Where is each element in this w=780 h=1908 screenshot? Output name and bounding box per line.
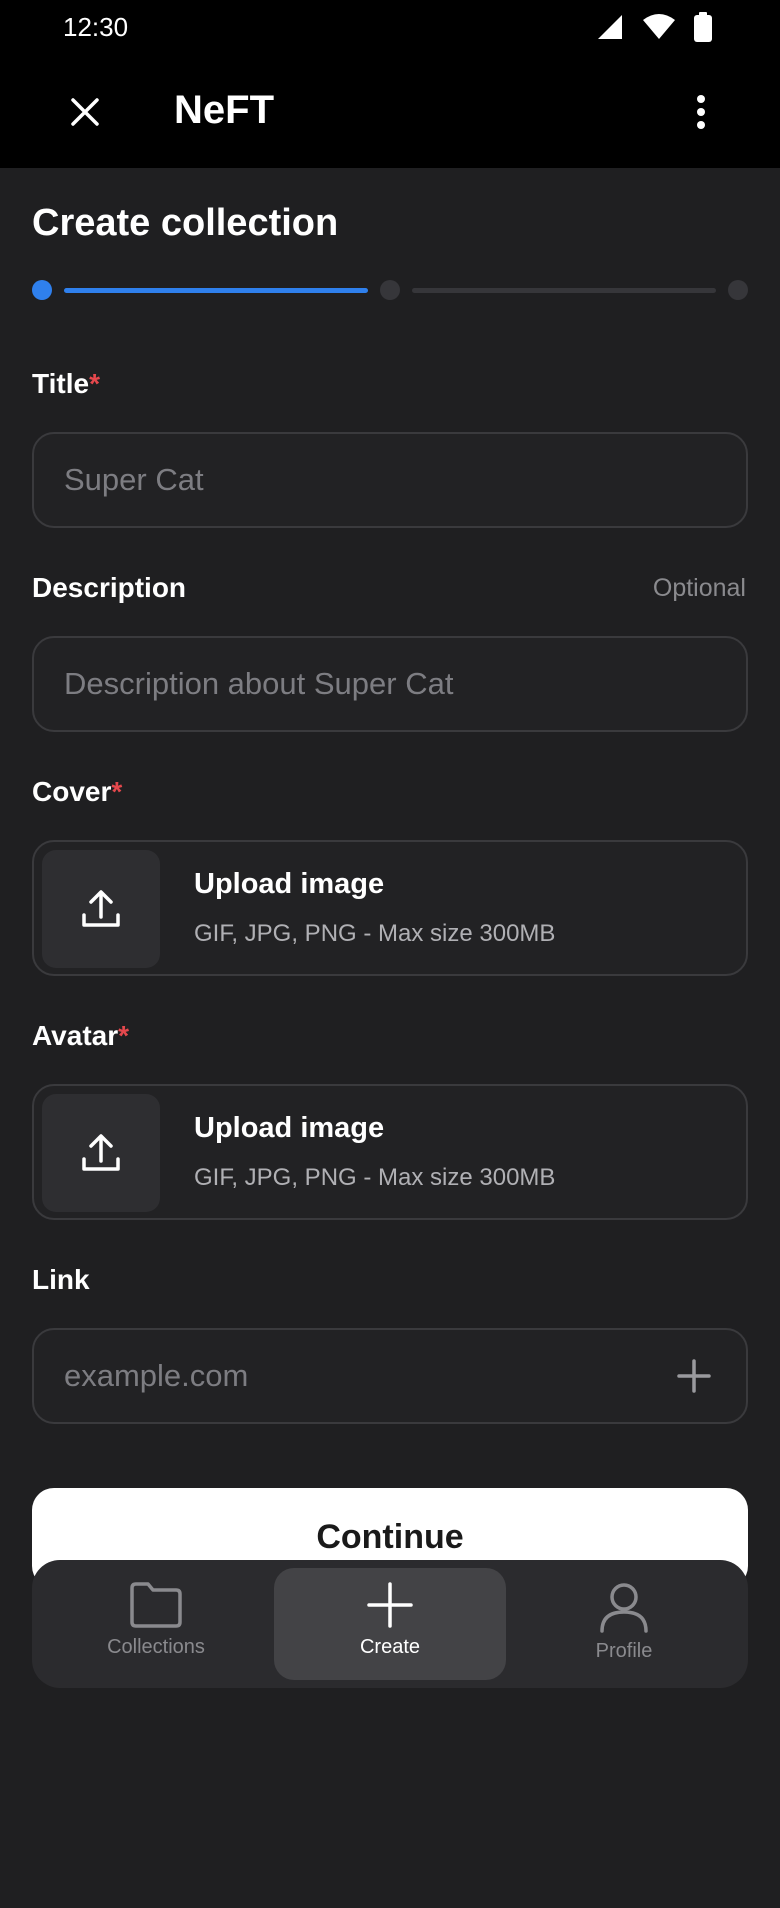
wifi-icon <box>643 14 675 39</box>
cover-label-text: Cover <box>32 776 112 807</box>
cover-upload-title: Upload image <box>194 868 385 900</box>
plus-icon <box>367 1582 413 1628</box>
close-button[interactable] <box>62 89 108 135</box>
nav-item-create[interactable]: Create <box>274 1568 506 1680</box>
description-label: Description <box>32 572 187 603</box>
step-2-dot <box>380 280 400 300</box>
nav-label-profile: Profile <box>595 1640 653 1662</box>
description-field[interactable] <box>32 636 748 732</box>
avatar-label: Avatar* <box>32 1020 129 1052</box>
nav-label-create: Create <box>359 1636 421 1658</box>
person-icon <box>600 1583 648 1633</box>
plus-icon <box>677 1359 711 1393</box>
nav-item-collections[interactable]: Collections <box>40 1568 272 1680</box>
status-icons <box>596 12 712 42</box>
avatar-upload[interactable]: Upload image GIF, JPG, PNG - Max size 30… <box>32 1084 748 1220</box>
app-bar: NeFT <box>0 56 780 168</box>
more-vert-icon <box>697 95 705 129</box>
status-time: 12:30 <box>63 12 129 42</box>
more-options-button[interactable] <box>678 89 724 135</box>
required-mark: * <box>118 1020 130 1051</box>
link-label: Link <box>32 1264 90 1295</box>
cover-upload-hint: GIF, JPG, PNG - Max size 300MB <box>194 920 556 947</box>
upload-icon <box>82 890 120 927</box>
battery-icon <box>694 12 712 42</box>
cover-upload-thumb <box>42 850 160 968</box>
link-field[interactable] <box>32 1328 748 1424</box>
title-input[interactable] <box>64 434 664 526</box>
page-title: Create collection <box>32 202 339 244</box>
cover-upload[interactable]: Upload image GIF, JPG, PNG - Max size 30… <box>32 840 748 976</box>
folder-icon <box>130 1582 182 1628</box>
avatar-upload-title: Upload image <box>194 1112 385 1144</box>
status-bar: 12:30 <box>0 0 780 56</box>
upload-icon <box>82 1134 120 1171</box>
title-field[interactable] <box>32 432 748 528</box>
app-title: NeFT <box>174 88 274 132</box>
close-icon <box>71 98 99 126</box>
cover-label: Cover* <box>32 776 122 808</box>
link-input[interactable] <box>64 1330 664 1422</box>
avatar-upload-thumb <box>42 1094 160 1212</box>
avatar-upload-hint: GIF, JPG, PNG - Max size 300MB <box>194 1164 556 1191</box>
step-1-line <box>64 288 368 293</box>
description-input[interactable] <box>64 638 664 730</box>
optional-hint: Optional <box>652 574 746 602</box>
title-label-text: Title <box>32 368 90 399</box>
title-label: Title* <box>32 368 100 400</box>
step-3-dot <box>728 280 748 300</box>
bottom-navigation: Collections Create Profile <box>32 1560 748 1688</box>
nav-item-profile[interactable]: Profile <box>508 1568 740 1680</box>
signal-icon <box>598 15 622 39</box>
step-2-line <box>412 288 716 293</box>
nav-label-collections: Collections <box>107 1636 205 1658</box>
step-1-dot <box>32 280 52 300</box>
required-mark: * <box>111 776 123 807</box>
add-link-button[interactable] <box>674 1356 714 1396</box>
avatar-label-text: Avatar <box>32 1020 119 1051</box>
required-mark: * <box>89 368 100 399</box>
